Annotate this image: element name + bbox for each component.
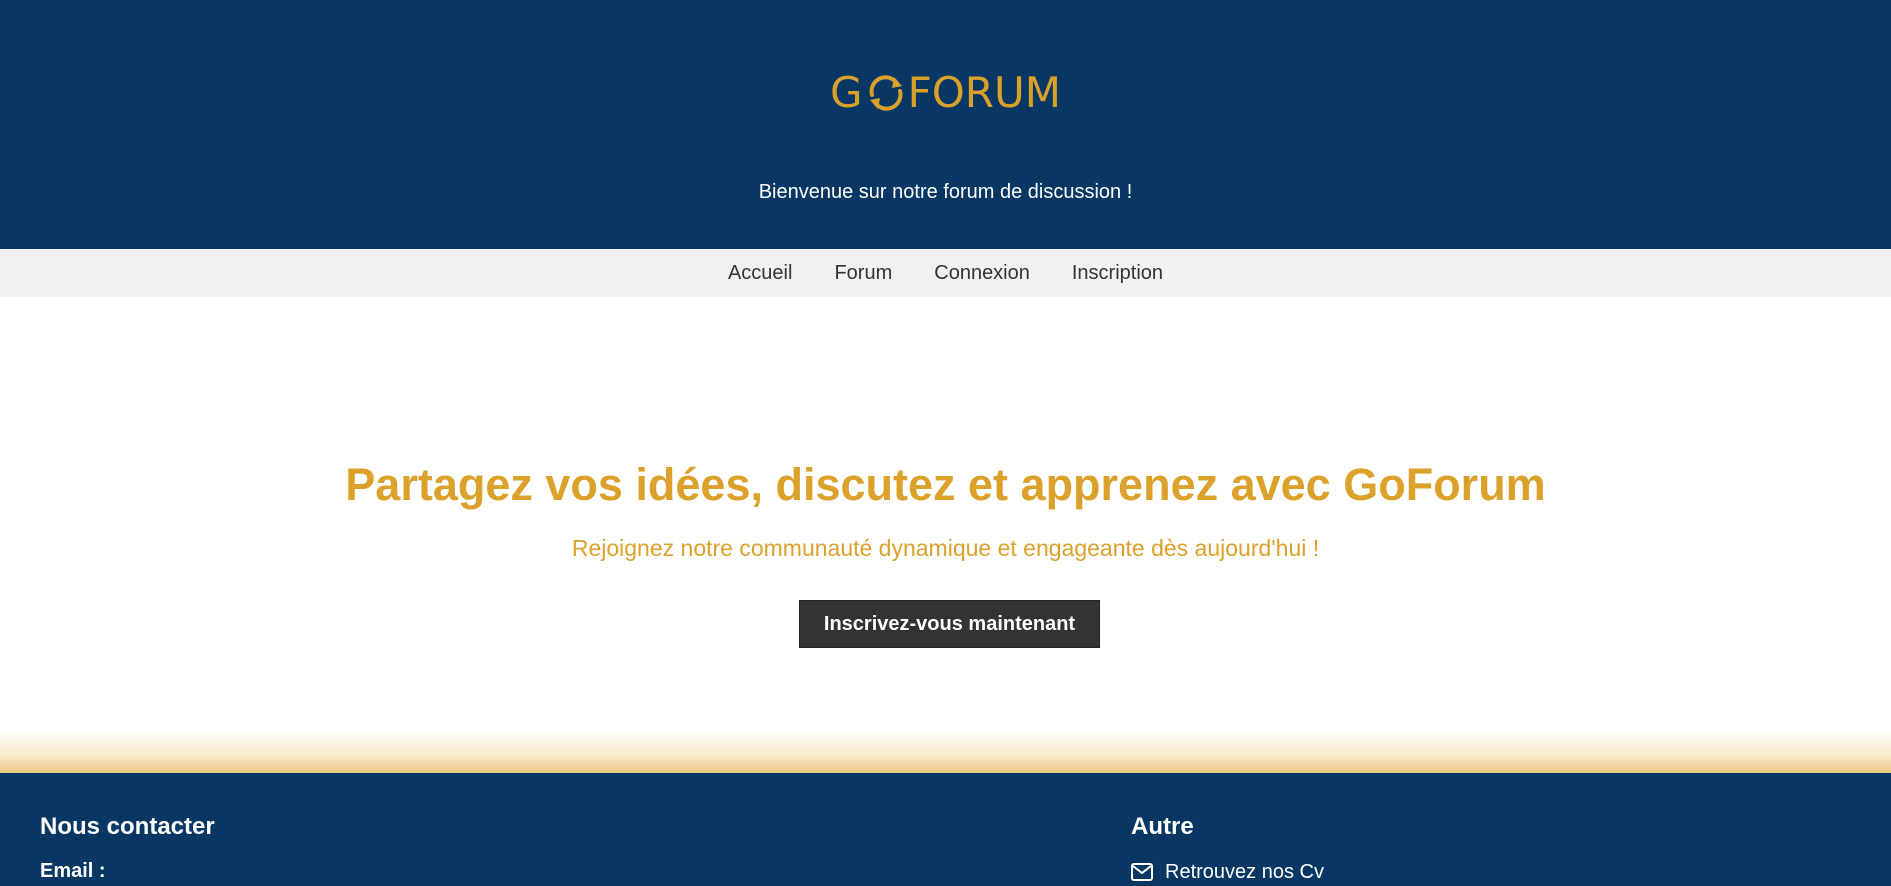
- logo-letter-g: G: [830, 68, 863, 117]
- site-logo[interactable]: G FORUM: [0, 66, 1891, 120]
- nav-item-forum[interactable]: Forum: [834, 249, 892, 297]
- main-nav: Accueil Forum Connexion Inscription: [0, 249, 1891, 297]
- hero-title: Partagez vos idées, discutez et apprenez…: [345, 459, 1546, 510]
- envelope-icon: [1131, 863, 1153, 881]
- cv-link[interactable]: Retrouvez nos Cv: [1131, 858, 1324, 886]
- nav-item-accueil[interactable]: Accueil: [728, 249, 792, 297]
- cv-link-label: Retrouvez nos Cv: [1165, 861, 1324, 883]
- hero-subtitle: Rejoignez notre communauté dynamique et …: [571, 535, 1320, 561]
- nav-item-inscription[interactable]: Inscription: [1072, 249, 1163, 297]
- contact-heading: Nous contacter: [40, 813, 215, 840]
- welcome-message: Bienvenue sur notre forum de discussion …: [758, 181, 1133, 203]
- nav-item-connexion[interactable]: Connexion: [934, 249, 1030, 297]
- refresh-cycle-icon: [869, 75, 903, 111]
- footer-glow: [0, 730, 1891, 774]
- site-header: G FORUM Bienvenue sur notre forum de dis…: [0, 0, 1891, 249]
- email-label: Email :: [40, 860, 106, 882]
- other-heading: Autre: [1131, 813, 1194, 840]
- logo-word-forum: FORUM: [907, 68, 1061, 117]
- signup-now-button[interactable]: Inscrivez-vous maintenant: [799, 600, 1100, 648]
- site-footer: Nous contacter Email : Autre Retrouvez n…: [0, 773, 1891, 886]
